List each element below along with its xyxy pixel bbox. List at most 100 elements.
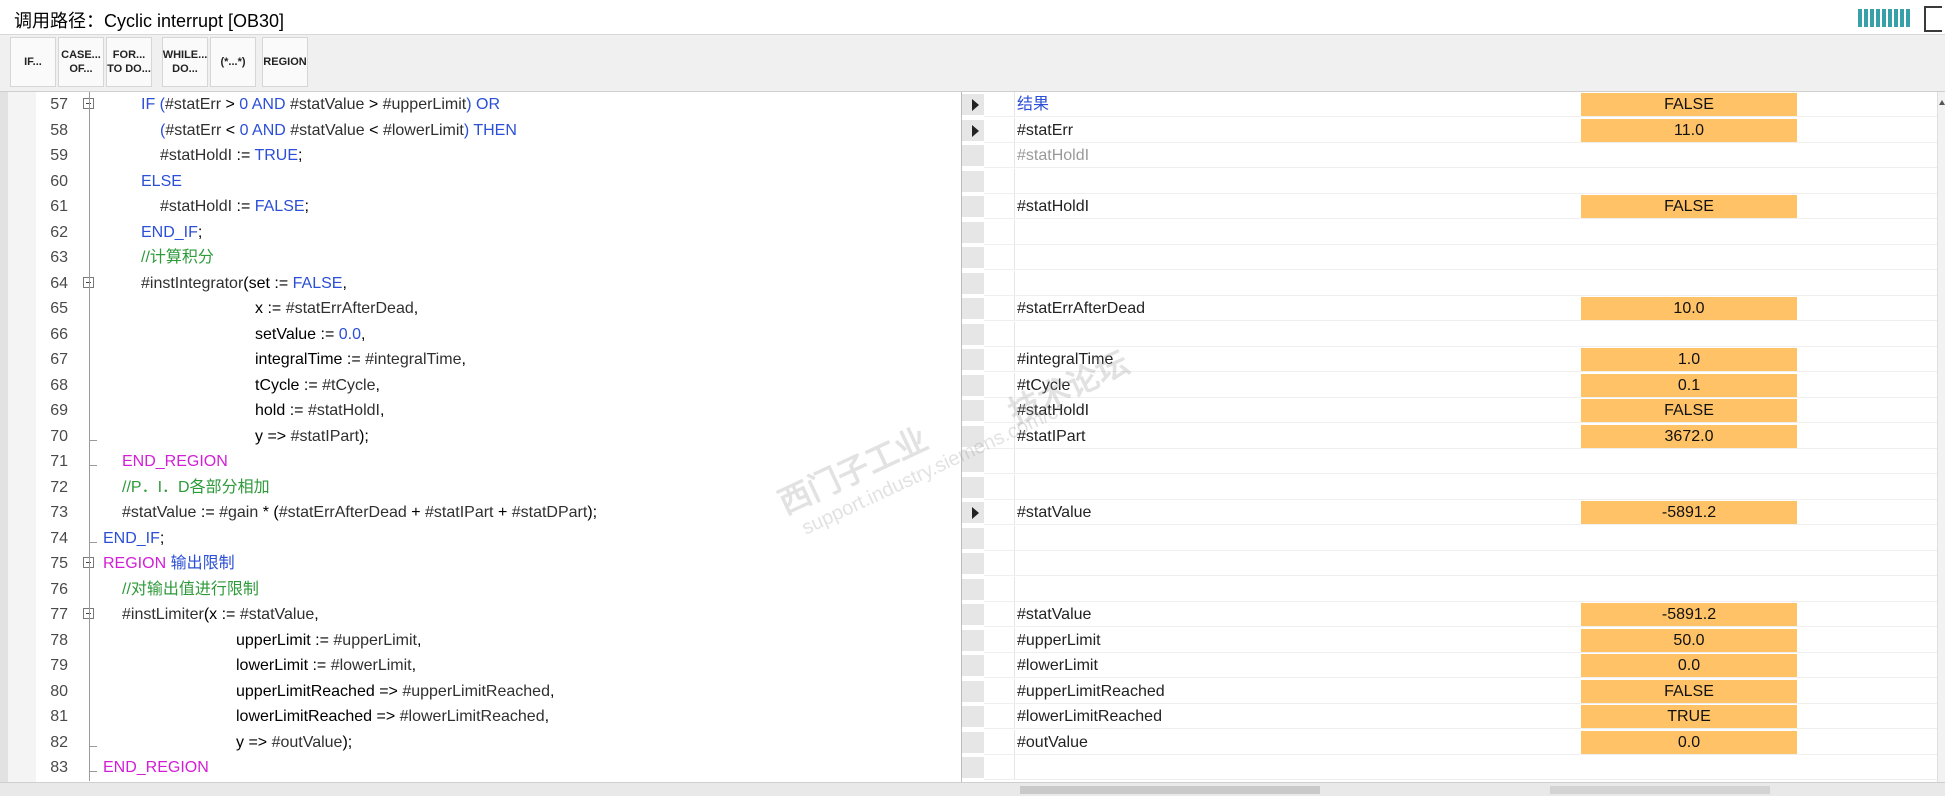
expand-arrow-icon[interactable] xyxy=(972,507,979,519)
expand-arrow-icon[interactable] xyxy=(972,124,979,137)
watch-row[interactable] xyxy=(962,168,1937,194)
watch-row-marker[interactable] xyxy=(962,451,984,472)
watch-row-marker[interactable] xyxy=(962,502,984,523)
watch-row-marker[interactable] xyxy=(962,629,984,651)
expand-arrow-icon[interactable] xyxy=(972,99,979,111)
code-text[interactable]: //计算积分 xyxy=(141,245,214,270)
code-text[interactable]: (#statErr < 0 AND #statValue < #lowerLim… xyxy=(160,118,517,143)
code-text[interactable]: REGION 输出限制 xyxy=(103,551,235,576)
code-line[interactable]: 68 tCycle := #tCycle, xyxy=(0,373,960,398)
watch-row-marker[interactable] xyxy=(962,680,984,702)
watch-row[interactable] xyxy=(962,245,1937,270)
code-text[interactable]: upperLimitReached => #upperLimitReached, xyxy=(236,679,554,704)
watch-row-marker[interactable] xyxy=(962,706,984,727)
insert-comment-button[interactable]: (*...*) xyxy=(210,37,256,87)
code-line[interactable]: 71 END_REGION xyxy=(0,449,960,474)
watch-row-marker[interactable] xyxy=(962,221,984,243)
watch-row-marker[interactable] xyxy=(962,145,984,166)
watch-row-marker[interactable] xyxy=(962,400,984,421)
code-text[interactable]: END_REGION xyxy=(103,755,209,780)
insert-case-button[interactable]: CASE... OF... xyxy=(58,37,104,87)
code-line[interactable]: 60 ELSE xyxy=(0,169,960,194)
watch-row[interactable]: #statHoldI FALSE xyxy=(962,194,1937,219)
watch-row[interactable]: #lowerLimit 0.0 xyxy=(962,653,1937,678)
code-line[interactable]: 61 #statHoldI := FALSE; xyxy=(0,194,960,219)
watch-row[interactable]: #statIPart 3672.0 xyxy=(962,423,1937,449)
watch-row[interactable] xyxy=(962,219,1937,245)
code-text[interactable]: y => #outValue); xyxy=(236,730,352,755)
watch-row[interactable] xyxy=(962,270,1937,296)
watch-row[interactable] xyxy=(962,321,1937,347)
code-line[interactable]: 74 END_IF; xyxy=(0,526,960,551)
code-line[interactable]: 76 //对输出值进行限制 xyxy=(0,577,960,602)
code-line[interactable]: 80 upperLimitReached => #upperLimitReache… xyxy=(0,679,960,704)
code-text[interactable]: #instLimiter(x := #statValue, xyxy=(122,602,319,627)
code-text[interactable]: //对输出值进行限制 xyxy=(122,577,259,602)
panel-toggle-icon[interactable] xyxy=(1924,6,1942,32)
code-text[interactable]: setValue := 0.0, xyxy=(255,322,365,347)
code-line[interactable]: 72 //P．I．D各部分相加 xyxy=(0,475,960,500)
code-line[interactable]: 83 END_REGION xyxy=(0,755,960,780)
watch-row[interactable]: #tCycle 0.1 xyxy=(962,372,1937,398)
code-line[interactable]: 82 y => #outValue); xyxy=(0,730,960,755)
watch-row[interactable] xyxy=(962,576,1937,602)
watch-row[interactable] xyxy=(962,449,1937,474)
code-line[interactable]: 70 y => #statIPart); xyxy=(0,424,960,449)
watch-row-marker[interactable] xyxy=(962,298,984,319)
code-text[interactable]: ELSE xyxy=(141,169,182,194)
watch-row-marker[interactable] xyxy=(962,170,984,192)
code-text[interactable]: END_IF; xyxy=(141,220,202,245)
code-line[interactable]: 79 lowerLimit := #lowerLimit, xyxy=(0,653,960,678)
watch-row-marker[interactable] xyxy=(962,196,984,217)
watch-row[interactable]: #statErrAfterDead 10.0 xyxy=(962,296,1937,321)
code-line[interactable]: 81 lowerLimitReached => #lowerLimitReache… xyxy=(0,704,960,729)
code-line[interactable]: 58 (#statErr < 0 AND #statValue < #lowerL… xyxy=(0,118,960,143)
watch-row-marker[interactable] xyxy=(962,757,984,778)
scl-editor[interactable]: 57 IF (#statErr > 0 AND #statValue > #upp… xyxy=(0,92,1945,782)
watch-row-marker[interactable] xyxy=(962,247,984,268)
watch-row[interactable]: #statValue -5891.2 xyxy=(962,602,1937,627)
horizontal-scroll-thumb-2[interactable] xyxy=(1550,786,1770,794)
watch-row[interactable] xyxy=(962,474,1937,500)
code-line[interactable]: 75 REGION 输出限制 xyxy=(0,551,960,576)
watch-row[interactable] xyxy=(962,551,1937,576)
watch-row-marker[interactable] xyxy=(962,604,984,625)
watch-row-marker[interactable] xyxy=(962,323,984,345)
code-line[interactable]: 59 #statHoldI := TRUE; xyxy=(0,143,960,168)
insert-while-button[interactable]: WHILE... DO... xyxy=(162,37,208,87)
code-text[interactable]: tCycle := #tCycle, xyxy=(255,373,380,398)
code-text[interactable]: #instIntegrator(set := FALSE, xyxy=(141,271,347,296)
watch-row-marker[interactable] xyxy=(962,374,984,396)
insert-if-button[interactable]: IF... xyxy=(10,37,56,87)
code-line[interactable]: 65 x := #statErrAfterDead, xyxy=(0,296,960,321)
code-text[interactable]: #statValue := #gain * (#statErrAfterDead… xyxy=(122,500,597,525)
code-line[interactable]: 73 #statValue := #gain * (#statErrAfterDe… xyxy=(0,500,960,525)
watch-row-marker[interactable] xyxy=(962,94,984,115)
watch-row[interactable] xyxy=(962,525,1937,551)
watch-row-marker[interactable] xyxy=(962,476,984,498)
horizontal-scroll-thumb[interactable] xyxy=(1020,786,1320,794)
code-text[interactable]: y => #statIPart); xyxy=(255,424,369,449)
code-text[interactable]: integralTime := #integralTime, xyxy=(255,347,466,372)
watch-row[interactable]: #lowerLimitReached TRUE xyxy=(962,704,1937,729)
insert-for-button[interactable]: FOR... TO DO... xyxy=(106,37,152,87)
code-text[interactable]: lowerLimitReached => #lowerLimitReached, xyxy=(236,704,549,729)
code-text[interactable]: IF (#statErr > 0 AND #statValue > #upper… xyxy=(141,92,500,117)
code-text[interactable]: END_IF; xyxy=(103,526,164,551)
watch-row-marker[interactable] xyxy=(962,578,984,600)
code-text[interactable]: hold := #statHoldI, xyxy=(255,398,384,423)
watch-row[interactable]: #upperLimitReached FALSE xyxy=(962,678,1937,704)
code-text[interactable]: x := #statErrAfterDead, xyxy=(255,296,418,321)
watch-row-marker[interactable] xyxy=(962,527,984,549)
horizontal-scrollbar[interactable] xyxy=(0,782,1945,796)
watch-row-marker[interactable] xyxy=(962,119,984,141)
watch-row[interactable]: 结果 FALSE xyxy=(962,92,1937,117)
code-text[interactable]: END_REGION xyxy=(122,449,228,474)
code-line[interactable]: 66 setValue := 0.0, xyxy=(0,322,960,347)
code-line[interactable]: 62 END_IF; xyxy=(0,220,960,245)
watch-row[interactable]: #statValue -5891.2 xyxy=(962,500,1937,525)
watch-row-marker[interactable] xyxy=(962,553,984,574)
insert-region-button[interactable]: REGION xyxy=(262,37,308,87)
code-text[interactable]: #statHoldI := FALSE; xyxy=(160,194,309,219)
vertical-scrollbar[interactable] xyxy=(1937,92,1945,782)
